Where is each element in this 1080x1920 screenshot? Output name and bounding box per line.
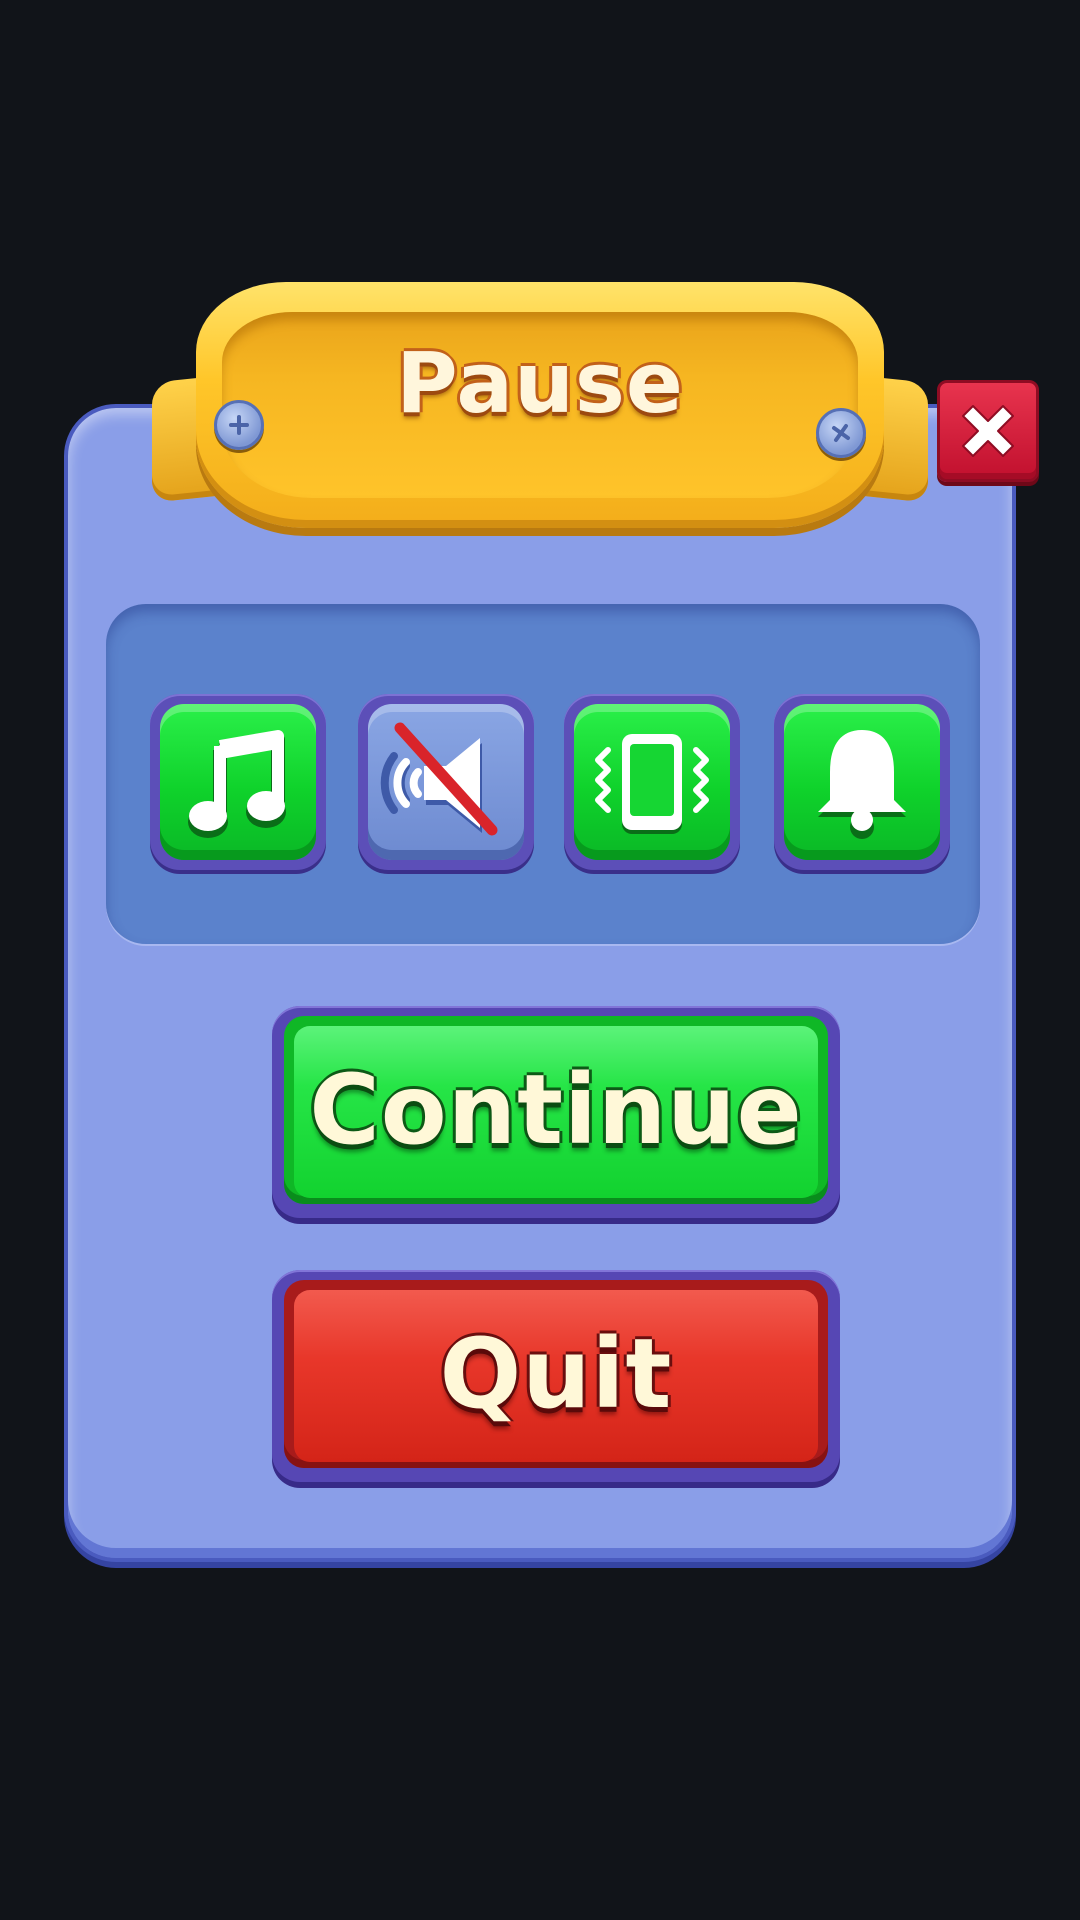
close-button[interactable] — [937, 380, 1039, 482]
bell-icon — [818, 730, 906, 839]
dialog-title: Pause — [396, 334, 684, 432]
screw-icon — [214, 400, 264, 450]
continue-button[interactable]: Continue — [272, 1006, 840, 1218]
close-x-icon — [962, 405, 1014, 457]
quit-button-label: Quit — [439, 1317, 673, 1430]
pause-screen: Pause Continue Quit — [0, 0, 1080, 1920]
screw-icon — [816, 408, 866, 458]
speaker-muted-icon — [380, 722, 498, 836]
sound-toggle[interactable] — [358, 694, 534, 870]
continue-button-label: Continue — [309, 1053, 803, 1166]
title-banner: Pause — [196, 282, 884, 528]
notification-toggle[interactable] — [774, 694, 950, 870]
phone-vibrate-icon — [595, 734, 709, 834]
music-toggle[interactable] — [150, 694, 326, 870]
quit-button[interactable]: Quit — [272, 1270, 840, 1482]
vibration-toggle[interactable] — [564, 694, 740, 870]
music-note-icon — [188, 730, 286, 838]
